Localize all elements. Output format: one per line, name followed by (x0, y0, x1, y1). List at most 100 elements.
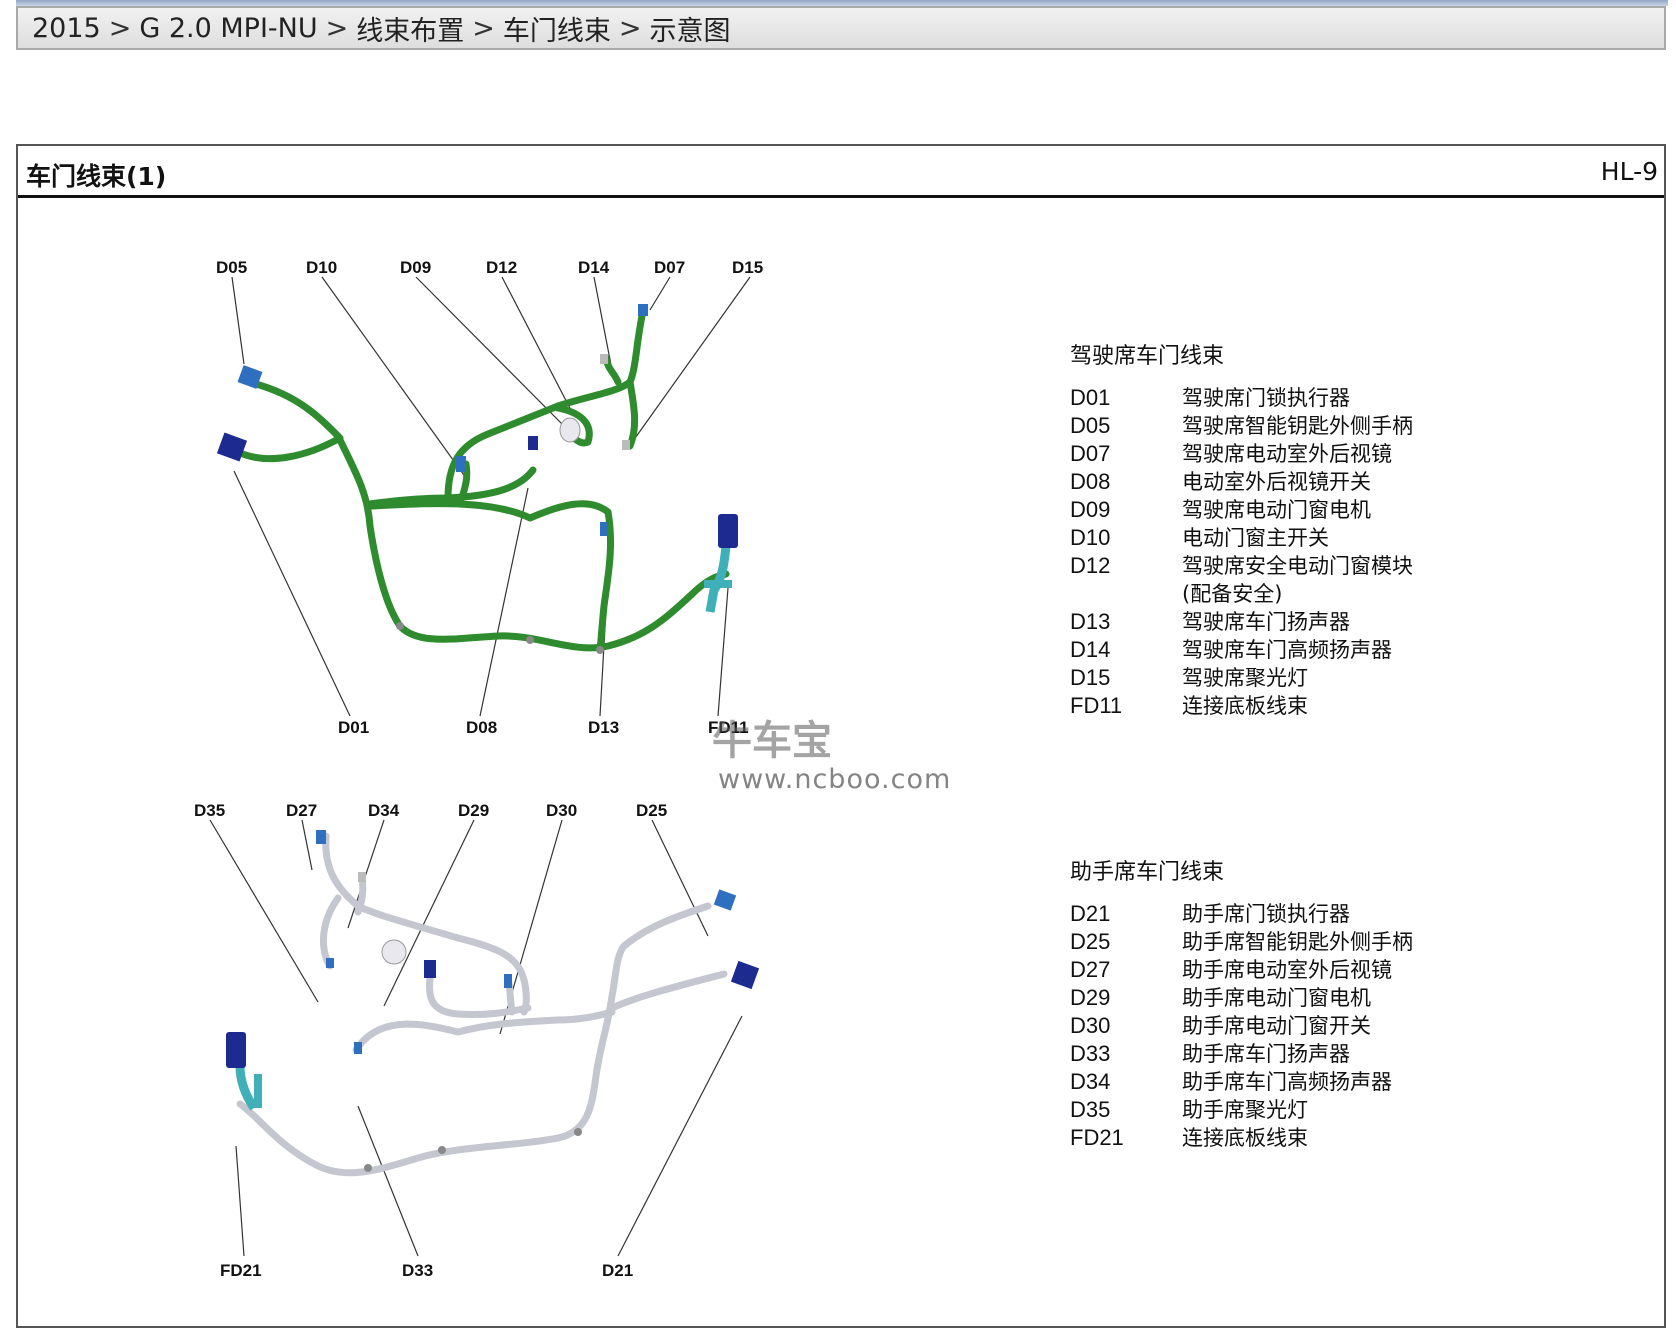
callout-d08: D08 (466, 718, 497, 737)
legend-code: D09 (1070, 497, 1111, 522)
driver-door-harness: D05 D10 D09 D12 D14 D07 D15 D01 D08 D13 … (216, 258, 763, 737)
callout-d09: D09 (400, 258, 431, 277)
legend-passenger-heading: 助手席车门线束 (1070, 860, 1225, 885)
connector-d29[interactable] (381, 939, 407, 965)
connector-d30[interactable] (424, 960, 436, 978)
breadcrumb-item-door-harness[interactable]: 车门线束 (503, 9, 611, 48)
connector-d27[interactable] (316, 830, 326, 844)
leader-d01 (233, 470, 351, 717)
legend-code: D30 (1070, 1013, 1111, 1038)
legend-description: 助手席门锁执行器 (1182, 902, 1350, 926)
leader-d27 (301, 819, 313, 871)
harness-clip (526, 636, 534, 644)
legend-row: D15 驾驶席聚光灯 (1070, 664, 1610, 692)
connector-d33[interactable] (354, 1042, 362, 1054)
legend-code: D34 (1070, 1069, 1111, 1094)
connector-d35[interactable] (326, 958, 334, 968)
passenger-door-harness: D35 D27 D34 D29 D30 D25 FD21 D33 D21 (194, 801, 760, 1280)
passenger-leader-lines (209, 819, 743, 1257)
legend-description: 驾驶席车门高频扬声器 (1182, 638, 1392, 662)
legend-code: D33 (1070, 1041, 1111, 1066)
callout-d01: D01 (338, 718, 369, 737)
breadcrumb-item-harness-layout[interactable]: 线束布置 (356, 9, 464, 48)
callout-d07: D07 (654, 258, 685, 277)
connector-fd21[interactable] (226, 1032, 246, 1068)
legend-code: D15 (1070, 665, 1111, 690)
legend-row: D34 助手席车门高频扬声器 (1070, 1068, 1610, 1096)
callout-d15: D15 (732, 258, 763, 277)
breadcrumb: 2015 > G 2.0 MPI-NU > 线束布置 > 车门线束 > 示意图 (16, 6, 1666, 50)
callout-d27: D27 (286, 801, 317, 820)
passenger-callout-labels: D35 D27 D34 D29 D30 D25 FD21 D33 D21 (194, 801, 667, 1280)
callout-d21: D21 (602, 1261, 633, 1280)
legend-row: D35 助手席聚光灯 (1070, 1096, 1610, 1124)
harness-clip (438, 1146, 446, 1154)
driver-branch-d15 (626, 378, 639, 450)
connector-fd21-clip (254, 1074, 262, 1108)
legend-description: 助手席智能钥匙外侧手柄 (1182, 930, 1413, 954)
connector-d10[interactable] (456, 456, 466, 472)
connector-d34[interactable] (358, 872, 366, 882)
connector-d12[interactable] (559, 417, 581, 443)
passenger-branch-d21 (608, 970, 728, 1012)
passenger-branch-d35 (319, 894, 342, 970)
breadcrumb-separator: > (325, 12, 349, 44)
connector-d15[interactable] (622, 440, 630, 450)
connector-d13[interactable] (600, 522, 608, 536)
legend-code: D29 (1070, 985, 1111, 1010)
callout-d29: D29 (458, 801, 489, 820)
breadcrumb-item-schematic[interactable]: 示意图 (650, 9, 731, 48)
connector-d21[interactable] (730, 960, 760, 990)
leader-d21 (617, 1015, 743, 1257)
legend-row: D29 助手席电动门窗电机 (1070, 984, 1610, 1012)
legend-description: 驾驶席门锁执行器 (1182, 386, 1350, 410)
leader-d08 (479, 487, 529, 717)
callout-d30: D30 (546, 801, 577, 820)
leader-d09 (415, 276, 567, 429)
breadcrumb-item-year[interactable]: 2015 (32, 13, 101, 44)
legend-code: FD21 (1070, 1125, 1124, 1150)
legend-description: 驾驶席电动室外后视镜 (1182, 442, 1392, 466)
legend-row: D21 助手席门锁执行器 (1070, 900, 1610, 928)
legend-row: D05 驾驶席智能钥匙外侧手柄 (1070, 412, 1610, 440)
legend-code: D13 (1070, 609, 1111, 634)
legend-description: 助手席电动门窗开关 (1182, 1014, 1371, 1038)
callout-d12: D12 (486, 258, 517, 277)
leader-d33 (357, 1105, 419, 1257)
connector-d07[interactable] (638, 304, 648, 316)
passenger-connectors (226, 830, 760, 1172)
harness-clip (596, 646, 604, 654)
legend-row: D14 驾驶席车门高频扬声器 (1070, 636, 1610, 664)
connector-d30-branch[interactable] (504, 974, 512, 988)
leader-d35 (209, 819, 319, 1003)
connector-d25[interactable] (713, 889, 737, 911)
connector-d14[interactable] (600, 354, 608, 364)
legend-row: D27 助手席电动室外后视镜 (1070, 956, 1610, 984)
driver-callout-labels: D05 D10 D09 D12 D14 D07 D15 D01 D08 D13 … (216, 258, 763, 737)
legend-row: D08 电动室外后视镜开关 (1070, 468, 1610, 496)
leader-d15 (627, 276, 751, 449)
legend-row: D12 驾驶席安全电动门窗模块 (配备安全) (1070, 552, 1610, 608)
driver-main-trunk (252, 380, 730, 652)
legend-description: 驾驶席安全电动门窗模块 (配备安全) (1182, 554, 1413, 606)
legend-code: D01 (1070, 385, 1111, 410)
legend-row: D25 助手席智能钥匙外侧手柄 (1070, 928, 1610, 956)
callout-d33: D33 (402, 1261, 433, 1280)
driver-harness-wires (234, 312, 730, 654)
passenger-harness-wires (236, 832, 728, 1177)
legend-description: 助手席电动室外后视镜 (1182, 958, 1392, 982)
harness-clip (396, 622, 404, 630)
legend-code: D10 (1070, 525, 1111, 550)
legend-row: D07 驾驶席电动室外后视镜 (1070, 440, 1610, 468)
legend-description: 驾驶席聚光灯 (1182, 666, 1308, 690)
legend-description: 驾驶席车门扬声器 (1182, 610, 1350, 634)
breadcrumb-separator: > (618, 12, 642, 44)
callout-d13: D13 (588, 718, 619, 737)
legend-code: FD11 (1070, 693, 1123, 718)
legend-row: FD11 连接底板线束 (1070, 692, 1610, 720)
connector-fd11[interactable] (718, 514, 738, 548)
connector-d08[interactable] (528, 436, 538, 450)
callout-fd21: FD21 (220, 1261, 262, 1280)
breadcrumb-item-engine[interactable]: G 2.0 MPI-NU (139, 13, 317, 44)
passenger-main-trunk (236, 902, 712, 1177)
